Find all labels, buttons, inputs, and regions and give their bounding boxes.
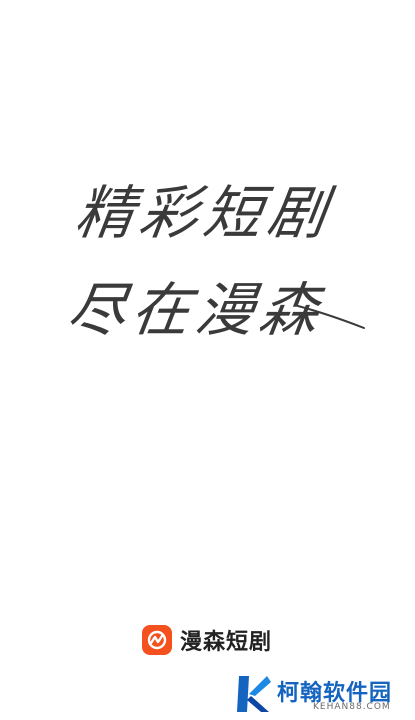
- brand-name: 漫森短剧: [180, 630, 273, 655]
- site-watermark: 柯翰软件园 KEHAN88.COM: [233, 672, 403, 716]
- manseng-logo-icon: [142, 625, 172, 655]
- kehan-k-logo-icon: [237, 676, 271, 712]
- slogan-line-2: 尽在漫森: [63, 276, 329, 344]
- splash-screen: 精彩短剧 尽在漫森 漫森短剧 柯翰软件园 KEHAN88.COM: [0, 0, 415, 720]
- watermark-subtitle: KEHAN88.COM: [313, 702, 391, 712]
- brand-footer: 漫森短剧: [142, 624, 272, 656]
- slogan-line-1: 精彩短剧: [71, 179, 337, 247]
